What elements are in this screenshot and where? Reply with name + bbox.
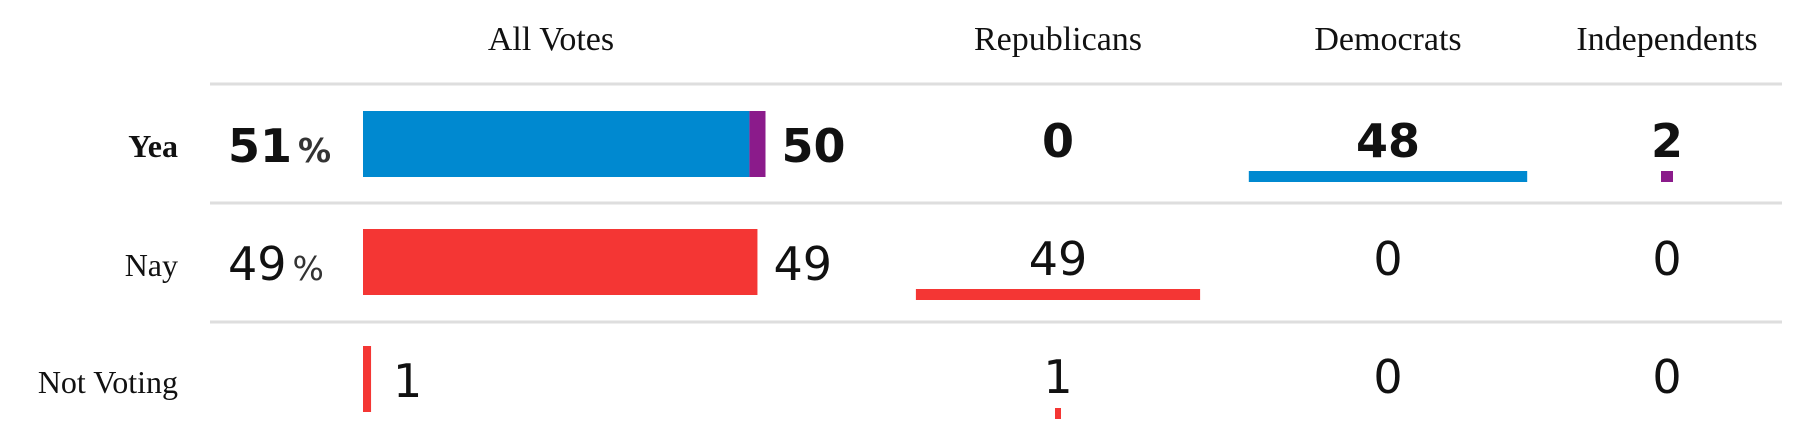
not-voting-democrats-value: 0 xyxy=(1373,350,1402,404)
row-label-not-voting: Not Voting xyxy=(38,364,178,400)
nay-independents-value: 0 xyxy=(1652,232,1681,286)
minibar-nay-republicans xyxy=(915,289,1201,300)
percent-yea: 51% xyxy=(228,119,331,173)
bar-nay-republicans xyxy=(363,229,758,295)
header-republicans: Republicans xyxy=(974,21,1142,58)
percent-yea-value: 51 xyxy=(228,119,292,173)
total-nay: 49 xyxy=(773,237,832,291)
yea-independents-value: 2 xyxy=(1651,114,1683,168)
header-all-votes: All Votes xyxy=(488,21,614,58)
row-label-yea: Yea xyxy=(128,128,178,164)
total-not-voting: 1 xyxy=(393,354,422,408)
vote-chart-svg: All Votes Republicans Democrats Independ… xyxy=(38,21,1782,419)
percent-nay-value: 49 xyxy=(228,237,287,291)
header-independents: Independents xyxy=(1576,21,1757,58)
bar-not-voting-republicans xyxy=(363,346,372,412)
percent-nay: 49% xyxy=(228,237,324,291)
not-voting-republicans-value: 1 xyxy=(1043,350,1072,404)
yea-democrats-value: 48 xyxy=(1356,114,1420,168)
total-yea: 50 xyxy=(782,119,846,173)
vote-breakdown-chart: All Votes Republicans Democrats Independ… xyxy=(0,0,1800,431)
bar-yea-democrats xyxy=(363,111,750,177)
nay-republicans-value: 49 xyxy=(1029,232,1088,286)
row-label-nay: Nay xyxy=(125,247,178,283)
nay-democrats-value: 0 xyxy=(1373,232,1402,286)
bar-yea-independents xyxy=(749,111,766,177)
yea-republicans-value: 0 xyxy=(1042,114,1074,168)
minibar-not-voting-republicans xyxy=(1055,408,1061,419)
header-democrats: Democrats xyxy=(1314,21,1461,58)
minibar-yea-independents xyxy=(1661,171,1673,182)
not-voting-independents-value: 0 xyxy=(1652,350,1681,404)
minibar-yea-democrats xyxy=(1248,171,1528,182)
percent-yea-sign: % xyxy=(298,131,331,170)
percent-nay-sign: % xyxy=(293,249,324,288)
